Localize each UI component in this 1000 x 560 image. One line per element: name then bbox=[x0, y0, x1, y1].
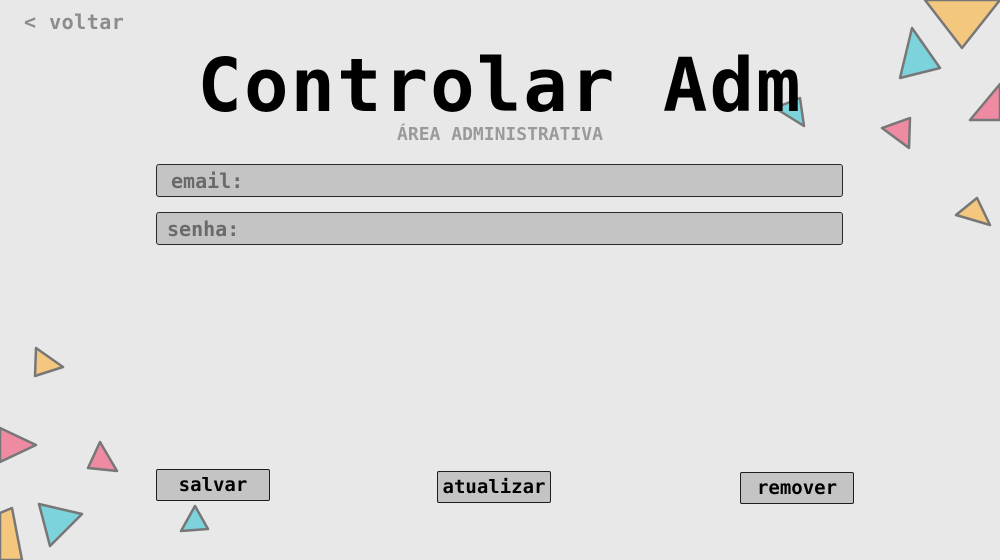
senha-input[interactable] bbox=[157, 213, 842, 244]
triangle-orange bbox=[0, 506, 24, 560]
page-subtitle: ÁREA ADMINISTRATIVA bbox=[397, 124, 603, 145]
triangle-cyan bbox=[179, 504, 210, 533]
remove-button[interactable]: remover bbox=[740, 472, 854, 504]
triangle-pink bbox=[0, 426, 38, 464]
page-title: Controlar Adm bbox=[197, 43, 803, 129]
update-button[interactable]: atualizar bbox=[437, 471, 551, 503]
save-button[interactable]: salvar bbox=[156, 469, 270, 501]
triangle-orange bbox=[923, 0, 1000, 50]
triangle-pink bbox=[86, 440, 119, 473]
triangle-orange bbox=[954, 196, 992, 227]
email-input[interactable] bbox=[157, 165, 842, 196]
triangle-orange bbox=[33, 346, 65, 378]
senha-field-wrapper bbox=[156, 212, 843, 245]
back-link[interactable]: < voltar bbox=[24, 10, 124, 34]
email-field-wrapper bbox=[156, 164, 843, 197]
triangle-cyan bbox=[37, 502, 84, 548]
